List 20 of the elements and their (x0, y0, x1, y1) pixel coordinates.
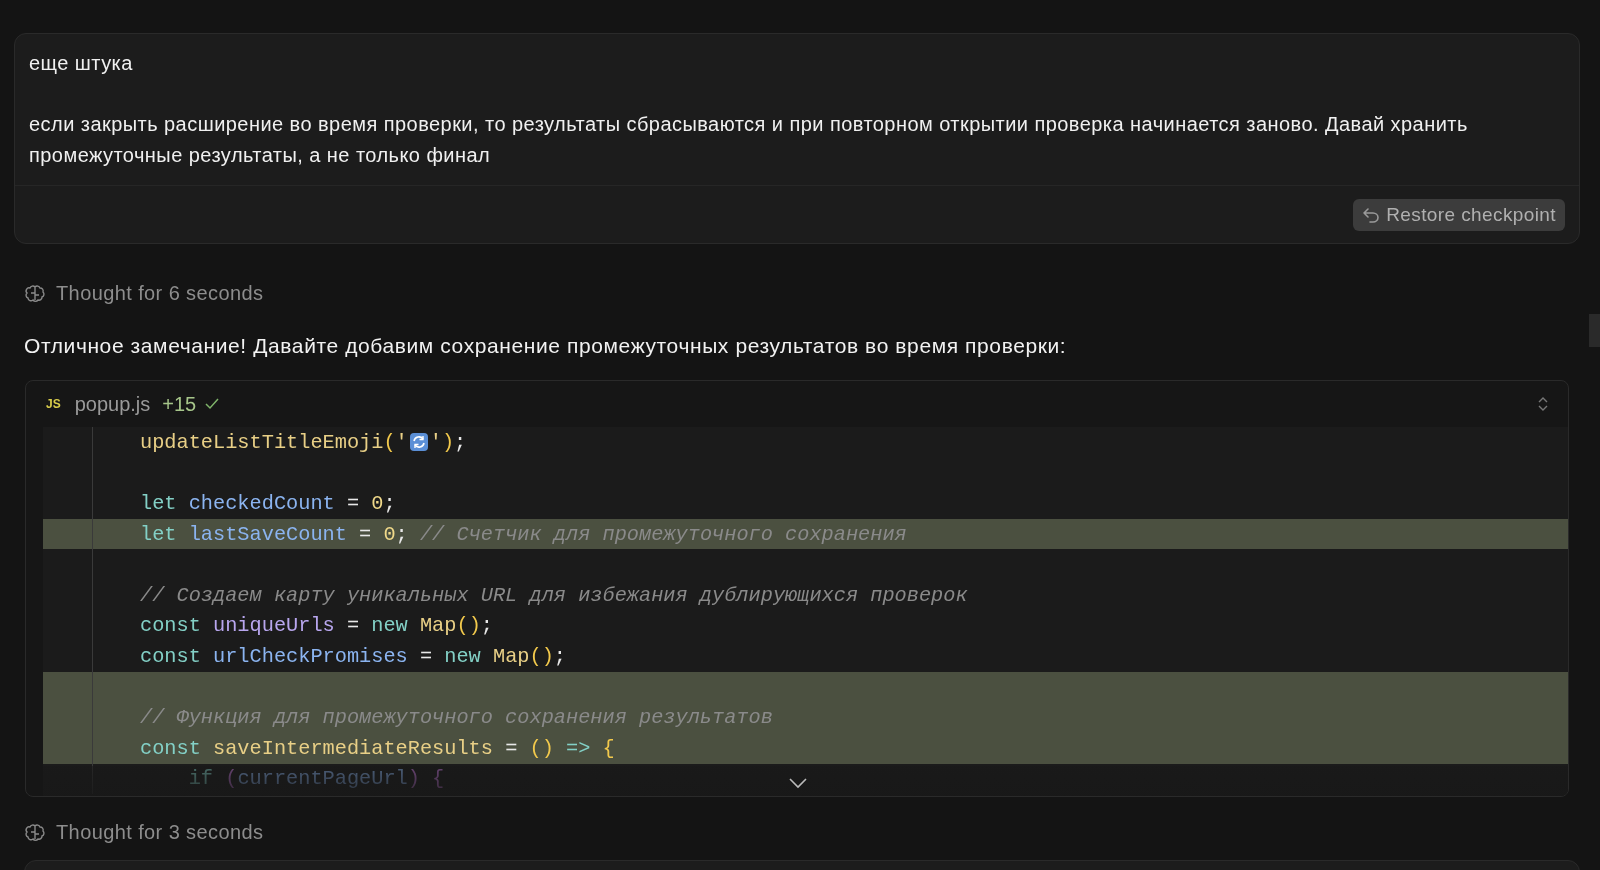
additions-count: +15 (162, 392, 197, 416)
code-line: updateListTitleEmoji(' '); (43, 427, 1568, 458)
message-text: если закрыть расширение во время проверки, то результаты сбрасываются и при повторном открытии проверка начинается заново. Давай хранить промежуточные результаты, а не только финал (29, 112, 1469, 168)
expand-icon[interactable] (1536, 395, 1550, 413)
answer-text: Отличное замечание! Давайте добавим сохранение промежуточных результатов во время проверки: (24, 334, 1067, 358)
thought-label[interactable]: Thought for 6 seconds (56, 282, 264, 305)
undo-icon (1362, 207, 1381, 223)
code-line: const uniqueUrls = new Map(); (43, 610, 1568, 642)
thought-label[interactable]: Thought for 3 seconds (56, 821, 264, 845)
message-text: еще штука (29, 51, 134, 76)
restore-checkpoint-button[interactable]: Restore checkpoint (1353, 199, 1565, 231)
code-line: let checkedCount = 0; (43, 488, 1568, 519)
code-line: // Создаем карту уникальных URL для избежания дублирующихся проверок (43, 579, 1568, 611)
brain-icon (24, 823, 46, 842)
brain-icon (24, 284, 46, 303)
chevron-down-icon[interactable] (788, 777, 808, 790)
js-file-icon: JS (46, 397, 61, 411)
refresh-emoji-icon (408, 432, 429, 453)
code-line: const urlCheckPromises = new Map(); (43, 641, 1568, 672)
file-name[interactable]: popup.js (74, 392, 151, 416)
